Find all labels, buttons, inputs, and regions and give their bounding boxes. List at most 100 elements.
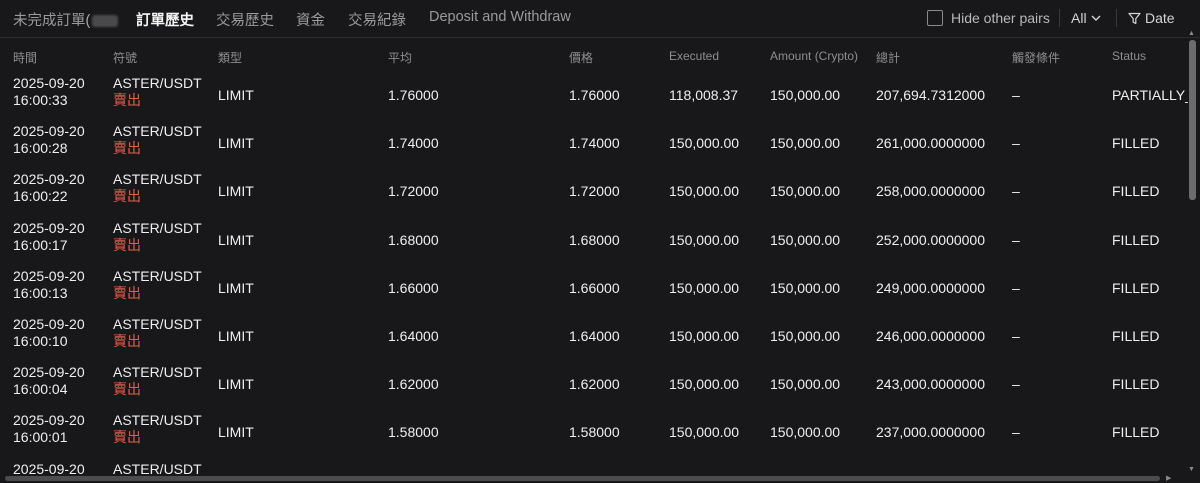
order-time: 16:00:10 <box>13 332 68 349</box>
chevron-down-icon <box>1091 15 1101 21</box>
table-row[interactable]: 2025-09-20 16:00:33 ASTER/USDT 賣出 LIMIT 1.760… <box>0 72 1188 120</box>
table-row[interactable]: 2025-09-20 ASTER/USDT <box>0 458 1188 477</box>
cell-amount: 150,000.00 <box>770 376 841 393</box>
cell-symbol: ASTER/USDT 賣出 <box>113 412 202 446</box>
pair-filter-select[interactable]: All <box>1071 10 1101 26</box>
cell-trigger: – <box>1012 376 1020 393</box>
scroll-up-arrow[interactable]: ▲ <box>1188 30 1195 37</box>
order-date: 2025-09-20 <box>13 460 85 477</box>
symbol-pair: ASTER/USDT <box>113 315 202 332</box>
cell-time: 2025-09-20 16:00:22 <box>13 171 85 205</box>
tab-order-history[interactable]: 訂單歷史 <box>136 9 194 30</box>
col-executed: Executed <box>669 49 720 63</box>
table-row[interactable]: 2025-09-20 16:00:17 ASTER/USDT 賣出 LIMIT 1.680… <box>0 217 1188 265</box>
tab-trade-history[interactable]: 交易歷史 <box>216 9 274 30</box>
cell-time: 2025-09-20 16:00:04 <box>13 364 85 398</box>
cell-price: 1.58000 <box>569 424 620 441</box>
scroll-right-arrow[interactable]: ▶ <box>1166 474 1171 482</box>
symbol-pair: ASTER/USDT <box>113 364 202 381</box>
cell-symbol: ASTER/USDT 賣出 <box>113 220 202 254</box>
tab-funds[interactable]: 資金 <box>296 9 325 30</box>
cell-average: 1.64000 <box>388 327 439 344</box>
symbol-pair: ASTER/USDT <box>113 171 202 188</box>
cell-time: 2025-09-20 <box>13 461 85 477</box>
tab-deposit-withdraw[interactable]: Deposit and Withdraw <box>429 9 571 25</box>
cell-executed: 150,000.00 <box>669 135 740 152</box>
order-date: 2025-09-20 <box>13 364 85 381</box>
cell-amount: 150,000.00 <box>770 327 841 344</box>
order-date: 2025-09-20 <box>13 412 85 429</box>
cell-average: 1.72000 <box>388 183 439 200</box>
cell-price: 1.68000 <box>569 231 620 248</box>
cell-average: 1.74000 <box>388 135 439 152</box>
order-history-table: 2025-09-20 16:00:33 ASTER/USDT 賣出 LIMIT 1.760… <box>0 72 1188 476</box>
tab-transaction-records[interactable]: 交易紀錄 <box>348 9 406 30</box>
cell-trigger: – <box>1012 424 1020 441</box>
horizontal-scrollbar[interactable] <box>5 476 1160 481</box>
cell-status: FILLED <box>1112 424 1160 441</box>
order-side: 賣出 <box>113 429 141 446</box>
table-row[interactable]: 2025-09-20 16:00:28 ASTER/USDT 賣出 LIMIT 1.740… <box>0 120 1188 168</box>
cell-executed: 150,000.00 <box>669 183 740 200</box>
cell-total: 246,000.0000000 <box>876 327 985 344</box>
table-row[interactable]: 2025-09-20 16:00:13 ASTER/USDT 賣出 LIMIT 1.660… <box>0 265 1188 313</box>
order-date: 2025-09-20 <box>13 171 85 188</box>
cell-symbol: ASTER/USDT 賣出 <box>113 171 202 205</box>
order-date: 2025-09-20 <box>13 219 85 236</box>
hide-other-pairs-label[interactable]: Hide other pairs <box>951 10 1050 26</box>
cell-type: LIMIT <box>218 231 254 248</box>
cell-total: 252,000.0000000 <box>876 231 985 248</box>
col-symbol: 符號 <box>113 51 138 65</box>
divider <box>1116 9 1117 27</box>
hide-other-pairs-checkbox[interactable] <box>927 10 943 26</box>
order-date: 2025-09-20 <box>13 75 85 91</box>
cell-symbol: ASTER/USDT 賣出 <box>113 268 202 302</box>
cell-symbol: ASTER/USDT 賣出 <box>113 316 202 350</box>
cell-trigger: – <box>1012 231 1020 248</box>
cell-price: 1.76000 <box>569 87 620 103</box>
vertical-scrollbar[interactable] <box>1189 40 1196 200</box>
order-side: 賣出 <box>113 188 141 205</box>
cell-type: LIMIT <box>218 327 254 344</box>
cell-total: 243,000.0000000 <box>876 376 985 393</box>
cell-time: 2025-09-20 16:00:28 <box>13 123 85 157</box>
order-side: 賣出 <box>113 236 141 253</box>
date-filter-button[interactable]: Date <box>1128 10 1175 26</box>
cell-average: 1.58000 <box>388 424 439 441</box>
table-row[interactable]: 2025-09-20 16:00:10 ASTER/USDT 賣出 LIMIT 1.640… <box>0 313 1188 361</box>
cell-status: FILLED <box>1112 376 1160 393</box>
cell-symbol: ASTER/USDT 賣出 <box>113 364 202 398</box>
cell-trigger: – <box>1012 87 1020 103</box>
cell-executed: 150,000.00 <box>669 424 740 441</box>
symbol-pair: ASTER/USDT <box>113 460 202 477</box>
cell-type: LIMIT <box>218 183 254 200</box>
col-average: 平均 <box>388 51 413 65</box>
cell-status: FILLED <box>1112 135 1160 152</box>
order-time: 16:00:13 <box>13 284 68 301</box>
table-row[interactable]: 2025-09-20 16:00:01 ASTER/USDT 賣出 LIMIT 1.580… <box>0 409 1188 457</box>
cell-time: 2025-09-20 16:00:33 <box>13 75 85 109</box>
symbol-pair: ASTER/USDT <box>113 267 202 284</box>
table-row[interactable]: 2025-09-20 16:00:04 ASTER/USDT 賣出 LIMIT 1.620… <box>0 361 1188 409</box>
order-side: 賣出 <box>113 381 141 398</box>
cell-price: 1.62000 <box>569 376 620 393</box>
cell-status: PARTIALLY_ <box>1112 87 1188 103</box>
cell-type: LIMIT <box>218 135 254 152</box>
cell-amount: 150,000.00 <box>770 135 841 152</box>
cell-total: 249,000.0000000 <box>876 279 985 296</box>
cell-time: 2025-09-20 16:00:13 <box>13 268 85 302</box>
table-row[interactable]: 2025-09-20 16:00:22 ASTER/USDT 賣出 LIMIT 1.720… <box>0 168 1188 216</box>
order-date: 2025-09-20 <box>13 267 85 284</box>
order-side: 賣出 <box>113 140 141 157</box>
cell-type: LIMIT <box>218 424 254 441</box>
col-type: 類型 <box>218 51 243 65</box>
cell-price: 1.66000 <box>569 279 620 296</box>
order-date: 2025-09-20 <box>13 123 85 140</box>
cell-type: LIMIT <box>218 376 254 393</box>
scroll-down-arrow[interactable]: ▼ <box>1188 466 1195 473</box>
col-price: 價格 <box>569 51 594 65</box>
col-total: 總計 <box>876 51 901 65</box>
filter-icon <box>1128 12 1141 25</box>
tab-open-orders[interactable]: 未完成訂單( <box>13 9 119 30</box>
cell-symbol: ASTER/USDT <box>113 461 202 477</box>
